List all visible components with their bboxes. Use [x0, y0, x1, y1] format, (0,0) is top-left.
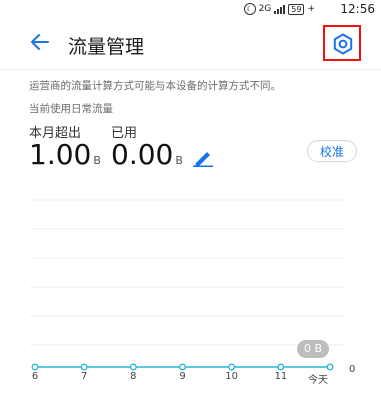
x-tick-label: 8: [130, 371, 137, 382]
back-button[interactable]: [28, 30, 52, 54]
x-tick-label: 10: [225, 371, 239, 382]
x-tick-label: 今天: [308, 375, 328, 386]
divider: [0, 69, 381, 70]
data-point: [228, 363, 236, 371]
page-title: 流量管理: [68, 36, 145, 58]
used-unit: B: [175, 154, 183, 167]
exceeded-value: 1.00: [29, 138, 92, 171]
used-value-group: 0.00 B: [111, 138, 183, 171]
signal-icon: [274, 4, 286, 14]
battery-icon: 59: [288, 3, 305, 15]
back-arrow-icon: [31, 34, 49, 50]
edit-button[interactable]: [192, 149, 214, 171]
gear-icon: [333, 33, 353, 55]
x-tick-label: 9: [179, 371, 186, 382]
plan-label: 当前使用日常流量: [29, 103, 113, 115]
clock: 12:56: [340, 2, 375, 16]
data-point: [179, 363, 186, 371]
status-bar: ☾ 2G 59 + 12:56: [0, 0, 381, 18]
x-tick-label: 6: [31, 371, 39, 382]
calibrate-button[interactable]: 校准: [307, 140, 357, 162]
pencil-icon: [193, 152, 213, 167]
do-not-disturb-icon: ☾: [243, 3, 256, 15]
exceeded-unit: B: [93, 154, 101, 167]
chart-tooltip: 0 B: [297, 340, 329, 358]
y-tick-label: 0: [349, 364, 356, 375]
status-icons: ☾ 2G 59 +: [243, 3, 315, 15]
data-point: [80, 363, 88, 371]
x-tick-label: 7: [80, 371, 88, 382]
data-point: [31, 363, 39, 371]
settings-button[interactable]: [323, 25, 361, 61]
exceeded-value-group: 1.00 B: [29, 138, 101, 171]
x-tick-label: 11: [274, 371, 288, 382]
app-bar: 流量管理: [0, 18, 381, 70]
network-type-label: 2G: [258, 4, 272, 14]
data-point: [277, 363, 285, 371]
data-point: [129, 363, 137, 371]
usage-chart: [30, 199, 345, 371]
data-point: [326, 363, 334, 371]
charging-icon: +: [307, 4, 315, 14]
used-value: 0.00: [111, 138, 174, 171]
carrier-note: 运营商的流量计算方式可能与本设备的计算方式不同。: [29, 80, 281, 92]
